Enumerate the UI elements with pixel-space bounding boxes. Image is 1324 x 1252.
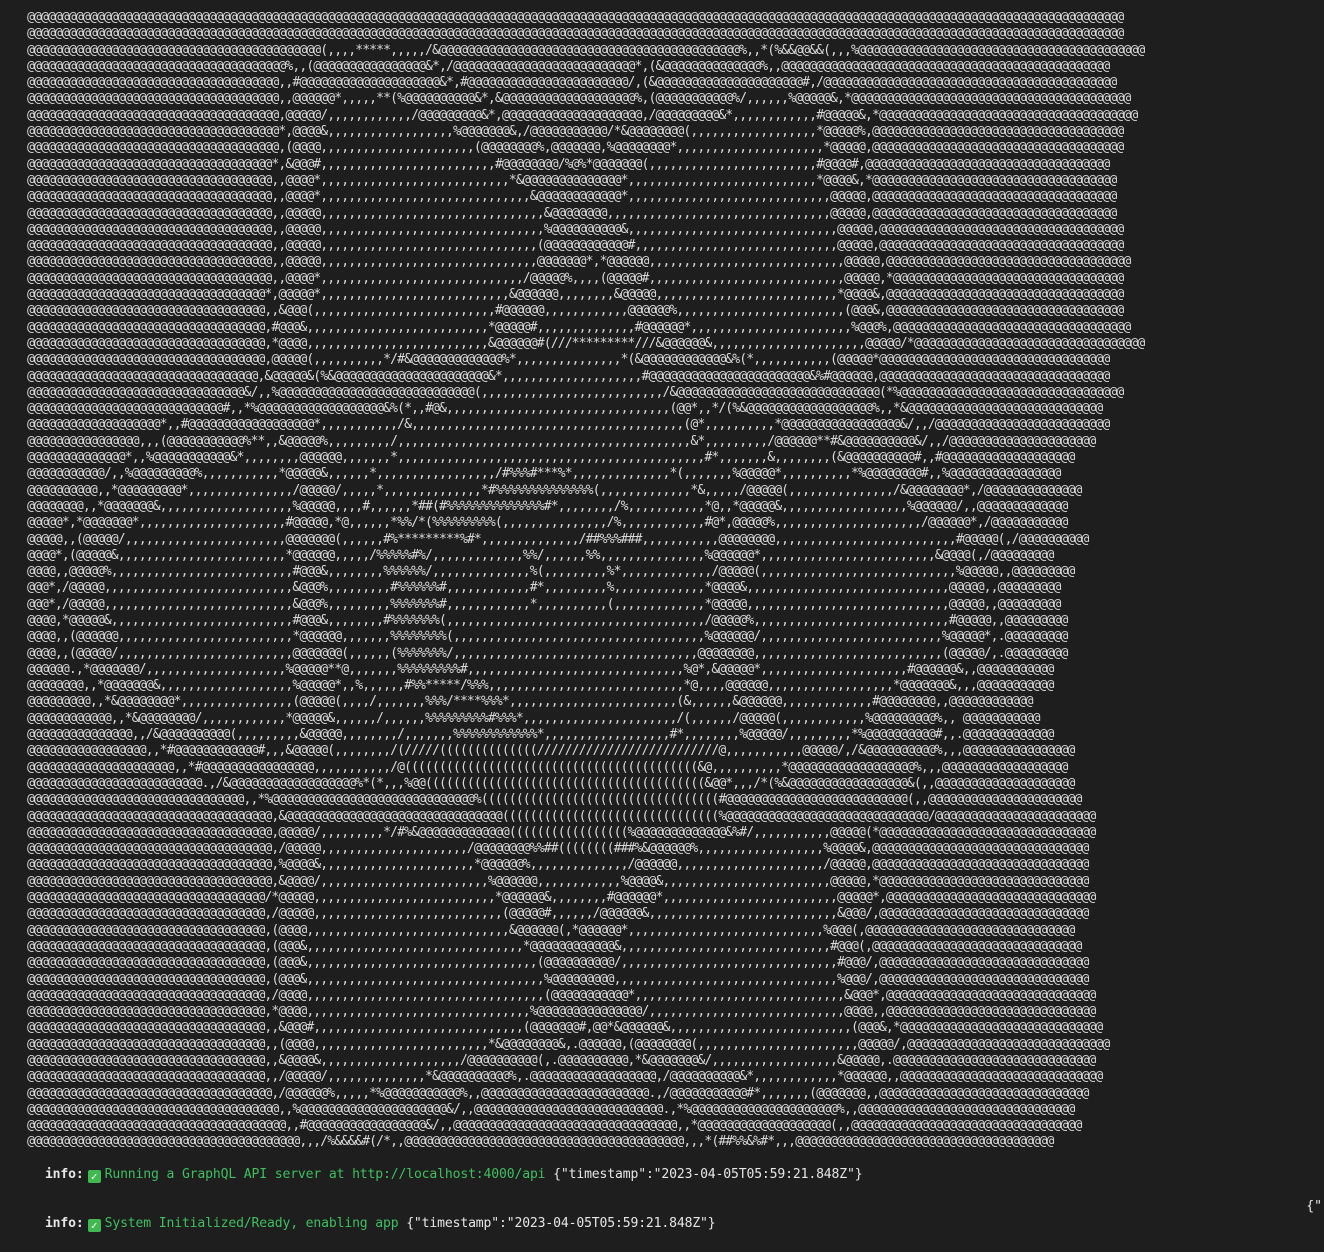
ascii-art-banner: @@@@@@@@@@@@@@@@@@@@@@@@@@@@@@@@@@@@@@@@… [27,10,1145,1150]
check-mark-icon: ✓ [87,1218,101,1232]
log-timestamp-meta: {"timestamp":"2023-04-05T05:59:21.848Z"} [553,1167,863,1183]
log-level-label: info: [44,1215,84,1231]
log-message: Running a GraphQL API server at [104,1167,353,1183]
log-url: http://localhost:4000/api [352,1167,546,1183]
log-line-system: info: ✓ System Initialized/Ready, enabling… [27,1200,1311,1249]
check-mark-icon: ✓ [87,1170,101,1184]
terminal-window[interactable]: @@@@@@@@@@@@@@@@@@@@@@@@@@@@@@@@@@@@@@@@… [27,10,1324,1252]
log-message: System Initialized/Ready, enabling app [104,1215,399,1231]
trailing-log-fragment: {" [1306,1199,1322,1214]
log-timestamp-meta: {"timestamp":"2023-04-05T05:59:21.848Z"} [406,1215,716,1231]
log-level-label: info: [44,1167,84,1183]
log-line-server: info: ✓ Running a GraphQL API server at ht… [27,1151,1311,1200]
